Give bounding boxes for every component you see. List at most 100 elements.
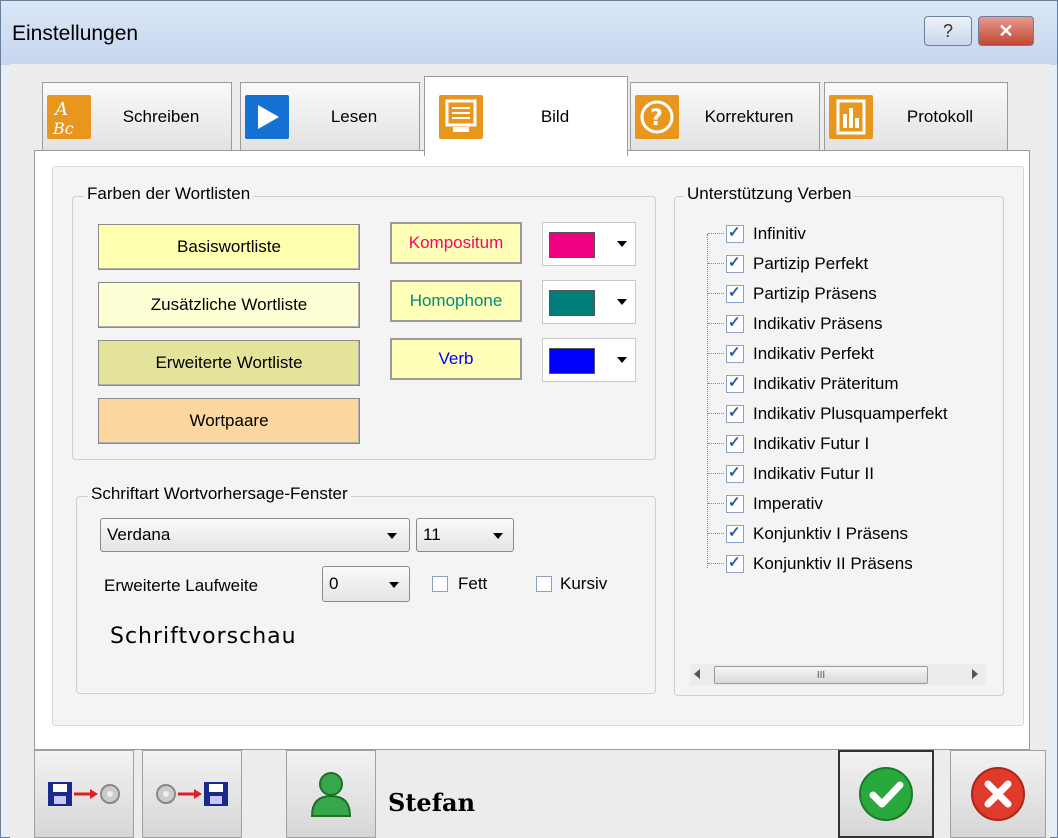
- tab-label: Lesen: [330, 106, 378, 126]
- scroll-left-icon[interactable]: [694, 669, 700, 679]
- tab-label: Bild: [540, 106, 570, 126]
- verb-item[interactable]: Partizip Perfekt: [708, 250, 869, 278]
- svg-text:A: A: [53, 99, 68, 120]
- verb-checkbox[interactable]: [726, 523, 744, 543]
- abc-icon: A Bc: [47, 94, 91, 139]
- verb-label: Konjunktiv I Präsens: [753, 524, 908, 543]
- verb-checkbox[interactable]: [726, 313, 744, 333]
- verb-label: Indikativ Präsens: [753, 314, 883, 333]
- verb-label: Indikativ Futur I: [753, 434, 870, 453]
- verb-label: Infinitiv: [753, 224, 806, 243]
- save-import-icon: [156, 782, 228, 806]
- ok-button[interactable]: [838, 750, 934, 838]
- font-size-value: 11: [423, 525, 441, 544]
- font-family-select[interactable]: Verdana: [100, 518, 410, 552]
- monitor-icon: [439, 94, 483, 139]
- chevron-down-icon: [493, 533, 503, 539]
- verb-checkbox[interactable]: [726, 433, 744, 453]
- question-icon: ?: [635, 94, 679, 139]
- verb-label: Indikativ Perfekt: [753, 344, 874, 363]
- font-preview: Schriftvorschau: [110, 624, 297, 649]
- wortpaare-button[interactable]: Wortpaare: [98, 398, 360, 444]
- report-chart-icon: [829, 94, 873, 139]
- verb-checkbox[interactable]: [726, 283, 744, 303]
- help-button[interactable]: ?: [924, 16, 972, 46]
- title-bar: [1, 1, 1057, 65]
- chevron-down-icon: [617, 299, 627, 305]
- checkmark-icon: [859, 767, 913, 821]
- spacing-select[interactable]: 0: [322, 566, 410, 602]
- user-name: Stefan: [388, 788, 476, 817]
- verb-item[interactable]: Konjunktiv I Präsens: [708, 520, 908, 548]
- tab-protokoll[interactable]: Protokoll: [824, 82, 1008, 150]
- window-title: Einstellungen: [12, 22, 139, 45]
- kompositum-color-picker[interactable]: [542, 222, 636, 266]
- scroll-right-icon[interactable]: [972, 669, 978, 679]
- user-button[interactable]: [286, 750, 376, 838]
- chevron-down-icon: [617, 357, 627, 363]
- verb-checkbox[interactable]: [726, 373, 744, 393]
- verb-checkbox[interactable]: [726, 553, 744, 573]
- cancel-x-icon: [971, 767, 1025, 821]
- verb-item[interactable]: Konjunktiv II Präsens: [708, 550, 913, 578]
- verb-label: Imperativ: [753, 494, 823, 513]
- verb-label: Partizip Präsens: [753, 284, 877, 303]
- color-swatch: [549, 348, 595, 374]
- chevron-down-icon: [617, 241, 627, 247]
- verb-label: Partizip Perfekt: [753, 254, 869, 273]
- close-window-button[interactable]: ✕: [978, 16, 1034, 46]
- verb-item[interactable]: Partizip Präsens: [708, 280, 877, 308]
- verb-item[interactable]: Indikativ Perfekt: [708, 340, 874, 368]
- scroll-thumb[interactable]: III: [714, 666, 928, 684]
- svg-text:Bc: Bc: [52, 119, 74, 137]
- homophone-sample: Homophone: [390, 280, 522, 322]
- verb-label: Konjunktiv II Präsens: [753, 554, 913, 573]
- verb-checkbox[interactable]: [726, 463, 744, 483]
- verb-item[interactable]: Indikativ Präsens: [708, 310, 883, 338]
- verb-list-scrollbar[interactable]: III: [690, 664, 986, 686]
- tab-label: Protokoll: [906, 106, 974, 126]
- verb-item[interactable]: Indikativ Präteritum: [708, 370, 899, 398]
- tab-bild[interactable]: Bild: [424, 76, 628, 156]
- italic-checkbox[interactable]: [536, 576, 552, 592]
- erweiterte-wortliste-button[interactable]: Erweiterte Wortliste: [98, 340, 360, 386]
- tab-korrekturen[interactable]: ? Korrekturen: [630, 82, 820, 150]
- verb-color-picker[interactable]: [542, 338, 636, 382]
- tree-line: [707, 234, 708, 568]
- verb-item[interactable]: Indikativ Plusquamperfekt: [708, 400, 948, 428]
- spacing-label: Erweiterte Laufweite: [104, 576, 259, 595]
- save-to-settings-button[interactable]: [34, 750, 134, 838]
- tab-schreiben[interactable]: A Bc Schreiben: [42, 82, 232, 150]
- spacing-value: 0: [329, 574, 339, 593]
- verb-item[interactable]: Infinitiv: [708, 220, 806, 248]
- play-icon: [245, 94, 289, 139]
- italic-label: Kursiv: [560, 574, 608, 593]
- load-from-settings-button[interactable]: [142, 750, 242, 838]
- zusaetzliche-wortliste-button[interactable]: Zusätzliche Wortliste: [98, 282, 360, 328]
- verb-sample: Verb: [390, 338, 522, 380]
- color-swatch: [549, 290, 595, 316]
- verb-item[interactable]: Imperativ: [708, 490, 823, 518]
- verb-checkbox[interactable]: [726, 223, 744, 243]
- color-swatch: [549, 232, 595, 258]
- tab-lesen[interactable]: Lesen: [240, 82, 420, 150]
- verb-item[interactable]: Indikativ Futur II: [708, 460, 874, 488]
- cancel-button[interactable]: [950, 750, 1046, 838]
- verb-item[interactable]: Indikativ Futur I: [708, 430, 870, 458]
- basiswortliste-button[interactable]: Basiswortliste: [98, 224, 360, 270]
- font-settings-legend: Schriftart Wortvorhersage-Fenster: [88, 484, 351, 504]
- user-icon: [310, 772, 352, 817]
- verb-label: Indikativ Präteritum: [753, 374, 899, 393]
- font-size-select[interactable]: 11: [416, 518, 514, 552]
- homophone-color-picker[interactable]: [542, 280, 636, 324]
- verb-checkbox[interactable]: [726, 343, 744, 363]
- verb-label: Indikativ Futur II: [753, 464, 874, 483]
- verb-checkbox[interactable]: [726, 493, 744, 513]
- bold-label: Fett: [458, 574, 488, 593]
- bold-checkbox[interactable]: [432, 576, 448, 592]
- save-export-icon: [48, 782, 120, 806]
- chevron-down-icon: [387, 533, 397, 539]
- verb-checkbox[interactable]: [726, 403, 744, 423]
- verb-checkbox[interactable]: [726, 253, 744, 273]
- wordlist-colors-legend: Farben der Wortlisten: [84, 184, 254, 204]
